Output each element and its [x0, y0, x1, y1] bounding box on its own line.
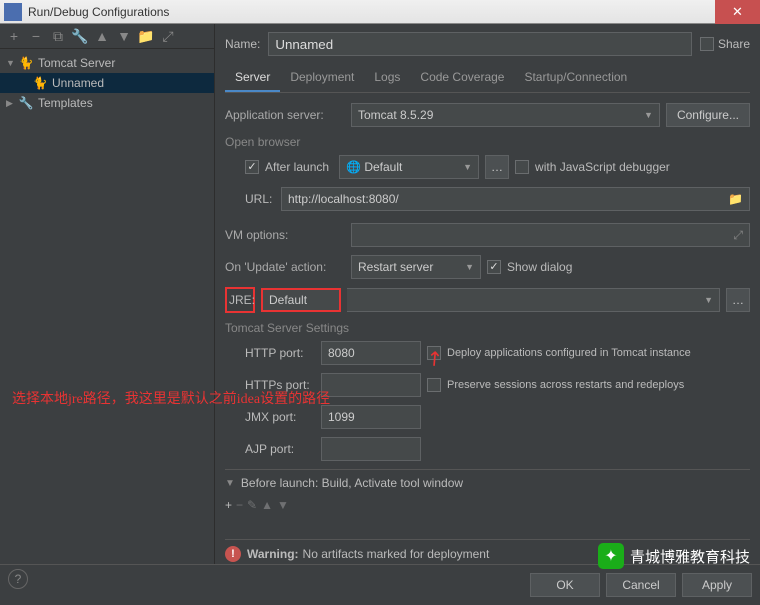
remove-task-button[interactable]: − — [236, 498, 243, 512]
browser-select[interactable]: 🌐 Default ▼ — [339, 155, 479, 179]
tomcat-settings-section: Tomcat Server Settings — [225, 321, 750, 335]
tomcat-icon: 🐈 — [32, 75, 48, 91]
https-port-label: HTTPs port: — [245, 378, 315, 392]
window-title: Run/Debug Configurations — [26, 5, 715, 19]
tab-deployment[interactable]: Deployment — [280, 64, 364, 92]
https-port-input[interactable] — [321, 373, 421, 397]
browse-icon[interactable]: 📁 — [728, 192, 743, 206]
show-dialog-checkbox[interactable] — [487, 260, 501, 274]
share-label: Share — [718, 37, 750, 51]
preserve-checkbox[interactable] — [427, 378, 441, 392]
down-task-button[interactable]: ▼ — [277, 498, 289, 512]
js-debug-checkbox[interactable] — [515, 160, 529, 174]
before-launch-label: Before launch: Build, Activate tool wind… — [241, 476, 463, 490]
tab-logs[interactable]: Logs — [364, 64, 410, 92]
ok-button[interactable]: OK — [530, 573, 600, 597]
sidebar-toolbar: + − ⧉ 🔧 ▲ ▼ 📁 ⤢ — [0, 24, 214, 49]
jre-select-value[interactable]: Default — [261, 288, 341, 312]
warning-icon: ! — [225, 546, 241, 562]
jre-label: JRE: — [225, 287, 255, 313]
http-port-label: HTTP port: — [245, 346, 315, 360]
deploy-label: Deploy applications configured in Tomcat… — [447, 347, 691, 359]
close-button[interactable]: ✕ — [715, 0, 760, 24]
jre-select[interactable]: ▼ — [347, 288, 720, 312]
update-action-select[interactable]: Restart server ▼ — [351, 255, 481, 279]
app-server-label: Application server: — [225, 108, 345, 122]
open-browser-section: Open browser — [225, 135, 750, 149]
tomcat-icon: 🐈 — [18, 55, 34, 71]
after-launch-label: After launch — [265, 160, 329, 174]
config-tree: ▼ 🐈 Tomcat Server 🐈 Unnamed ▶ 🔧 Template… — [0, 49, 214, 117]
jre-browse-button[interactable]: … — [726, 288, 750, 312]
ajp-port-label: AJP port: — [245, 442, 315, 456]
share-checkbox[interactable] — [700, 37, 714, 51]
tree-unnamed[interactable]: 🐈 Unnamed — [0, 73, 214, 93]
vm-options-label: VM options: — [225, 228, 345, 242]
chevron-down-icon: ▼ — [644, 110, 653, 120]
http-port-input[interactable]: 8080 — [321, 341, 421, 365]
content-panel: Name: Share Server Deployment Logs Code … — [215, 24, 760, 564]
url-label: URL: — [245, 192, 275, 206]
vm-options-input[interactable]: ⤢ — [351, 223, 750, 247]
tree-label: Templates — [38, 96, 93, 110]
tree-tomcat-server[interactable]: ▼ 🐈 Tomcat Server — [0, 53, 214, 73]
sidebar: + − ⧉ 🔧 ▲ ▼ 📁 ⤢ ▼ 🐈 Tomcat Server 🐈 Unna… — [0, 24, 215, 564]
help-button[interactable]: ? — [8, 569, 28, 589]
expand-icon: ▶ — [6, 98, 18, 109]
copy-config-button[interactable]: ⧉ — [50, 28, 66, 44]
preserve-label: Preserve sessions across restarts and re… — [447, 379, 684, 391]
name-label: Name: — [225, 37, 260, 51]
jmx-port-input[interactable]: 1099 — [321, 405, 421, 429]
tab-startup-connection[interactable]: Startup/Connection — [514, 64, 637, 92]
folder-button[interactable]: 📁 — [138, 28, 154, 44]
app-icon — [4, 3, 22, 21]
update-action-label: On 'Update' action: — [225, 260, 345, 274]
tree-templates[interactable]: ▶ 🔧 Templates — [0, 93, 214, 113]
settings-button[interactable]: 🔧 — [72, 28, 88, 44]
ajp-port-input[interactable] — [321, 437, 421, 461]
add-config-button[interactable]: + — [6, 28, 22, 44]
titlebar: Run/Debug Configurations ✕ — [0, 0, 760, 24]
jmx-port-label: JMX port: — [245, 410, 315, 424]
warning-label: Warning: — [247, 547, 299, 561]
chevron-down-icon: ▼ — [704, 295, 713, 305]
show-dialog-label: Show dialog — [507, 260, 572, 274]
tree-label: Unnamed — [52, 76, 104, 90]
tab-code-coverage[interactable]: Code Coverage — [410, 64, 514, 92]
browser-more-button[interactable]: … — [485, 155, 509, 179]
configure-button[interactable]: Configure... — [666, 103, 750, 127]
up-button[interactable]: ▲ — [94, 28, 110, 44]
add-task-button[interactable]: + — [225, 498, 232, 512]
expand-icon: ▼ — [6, 58, 18, 68]
tree-label: Tomcat Server — [38, 56, 115, 70]
edit-task-button[interactable]: ✎ — [247, 498, 257, 512]
remove-config-button[interactable]: − — [28, 28, 44, 44]
app-server-select[interactable]: Tomcat 8.5.29 ▼ — [351, 103, 660, 127]
dialog-footer: OK Cancel Apply — [0, 564, 760, 605]
tab-server[interactable]: Server — [225, 64, 280, 92]
cancel-button[interactable]: Cancel — [606, 573, 676, 597]
chevron-down-icon: ▼ — [463, 162, 472, 172]
warning-bar: ! Warning: No artifacts marked for deplo… — [225, 539, 750, 564]
url-input[interactable]: http://localhost:8080/ 📁 — [281, 187, 750, 211]
config-tabs: Server Deployment Logs Code Coverage Sta… — [225, 64, 750, 93]
down-button[interactable]: ▼ — [116, 28, 132, 44]
after-launch-checkbox[interactable] — [245, 160, 259, 174]
apply-button[interactable]: Apply — [682, 573, 752, 597]
chevron-down-icon: ▼ — [465, 262, 474, 272]
expand-icon[interactable]: ⤢ — [733, 228, 743, 243]
wrench-icon: 🔧 — [18, 95, 34, 111]
name-input[interactable] — [268, 32, 692, 56]
collapse-icon[interactable]: ▼ — [225, 478, 235, 489]
js-debug-label: with JavaScript debugger — [535, 160, 670, 174]
warning-text: No artifacts marked for deployment — [303, 547, 490, 561]
collapse-button[interactable]: ⤢ — [160, 28, 176, 44]
up-task-button[interactable]: ▲ — [261, 498, 273, 512]
deploy-checkbox[interactable] — [427, 346, 441, 360]
